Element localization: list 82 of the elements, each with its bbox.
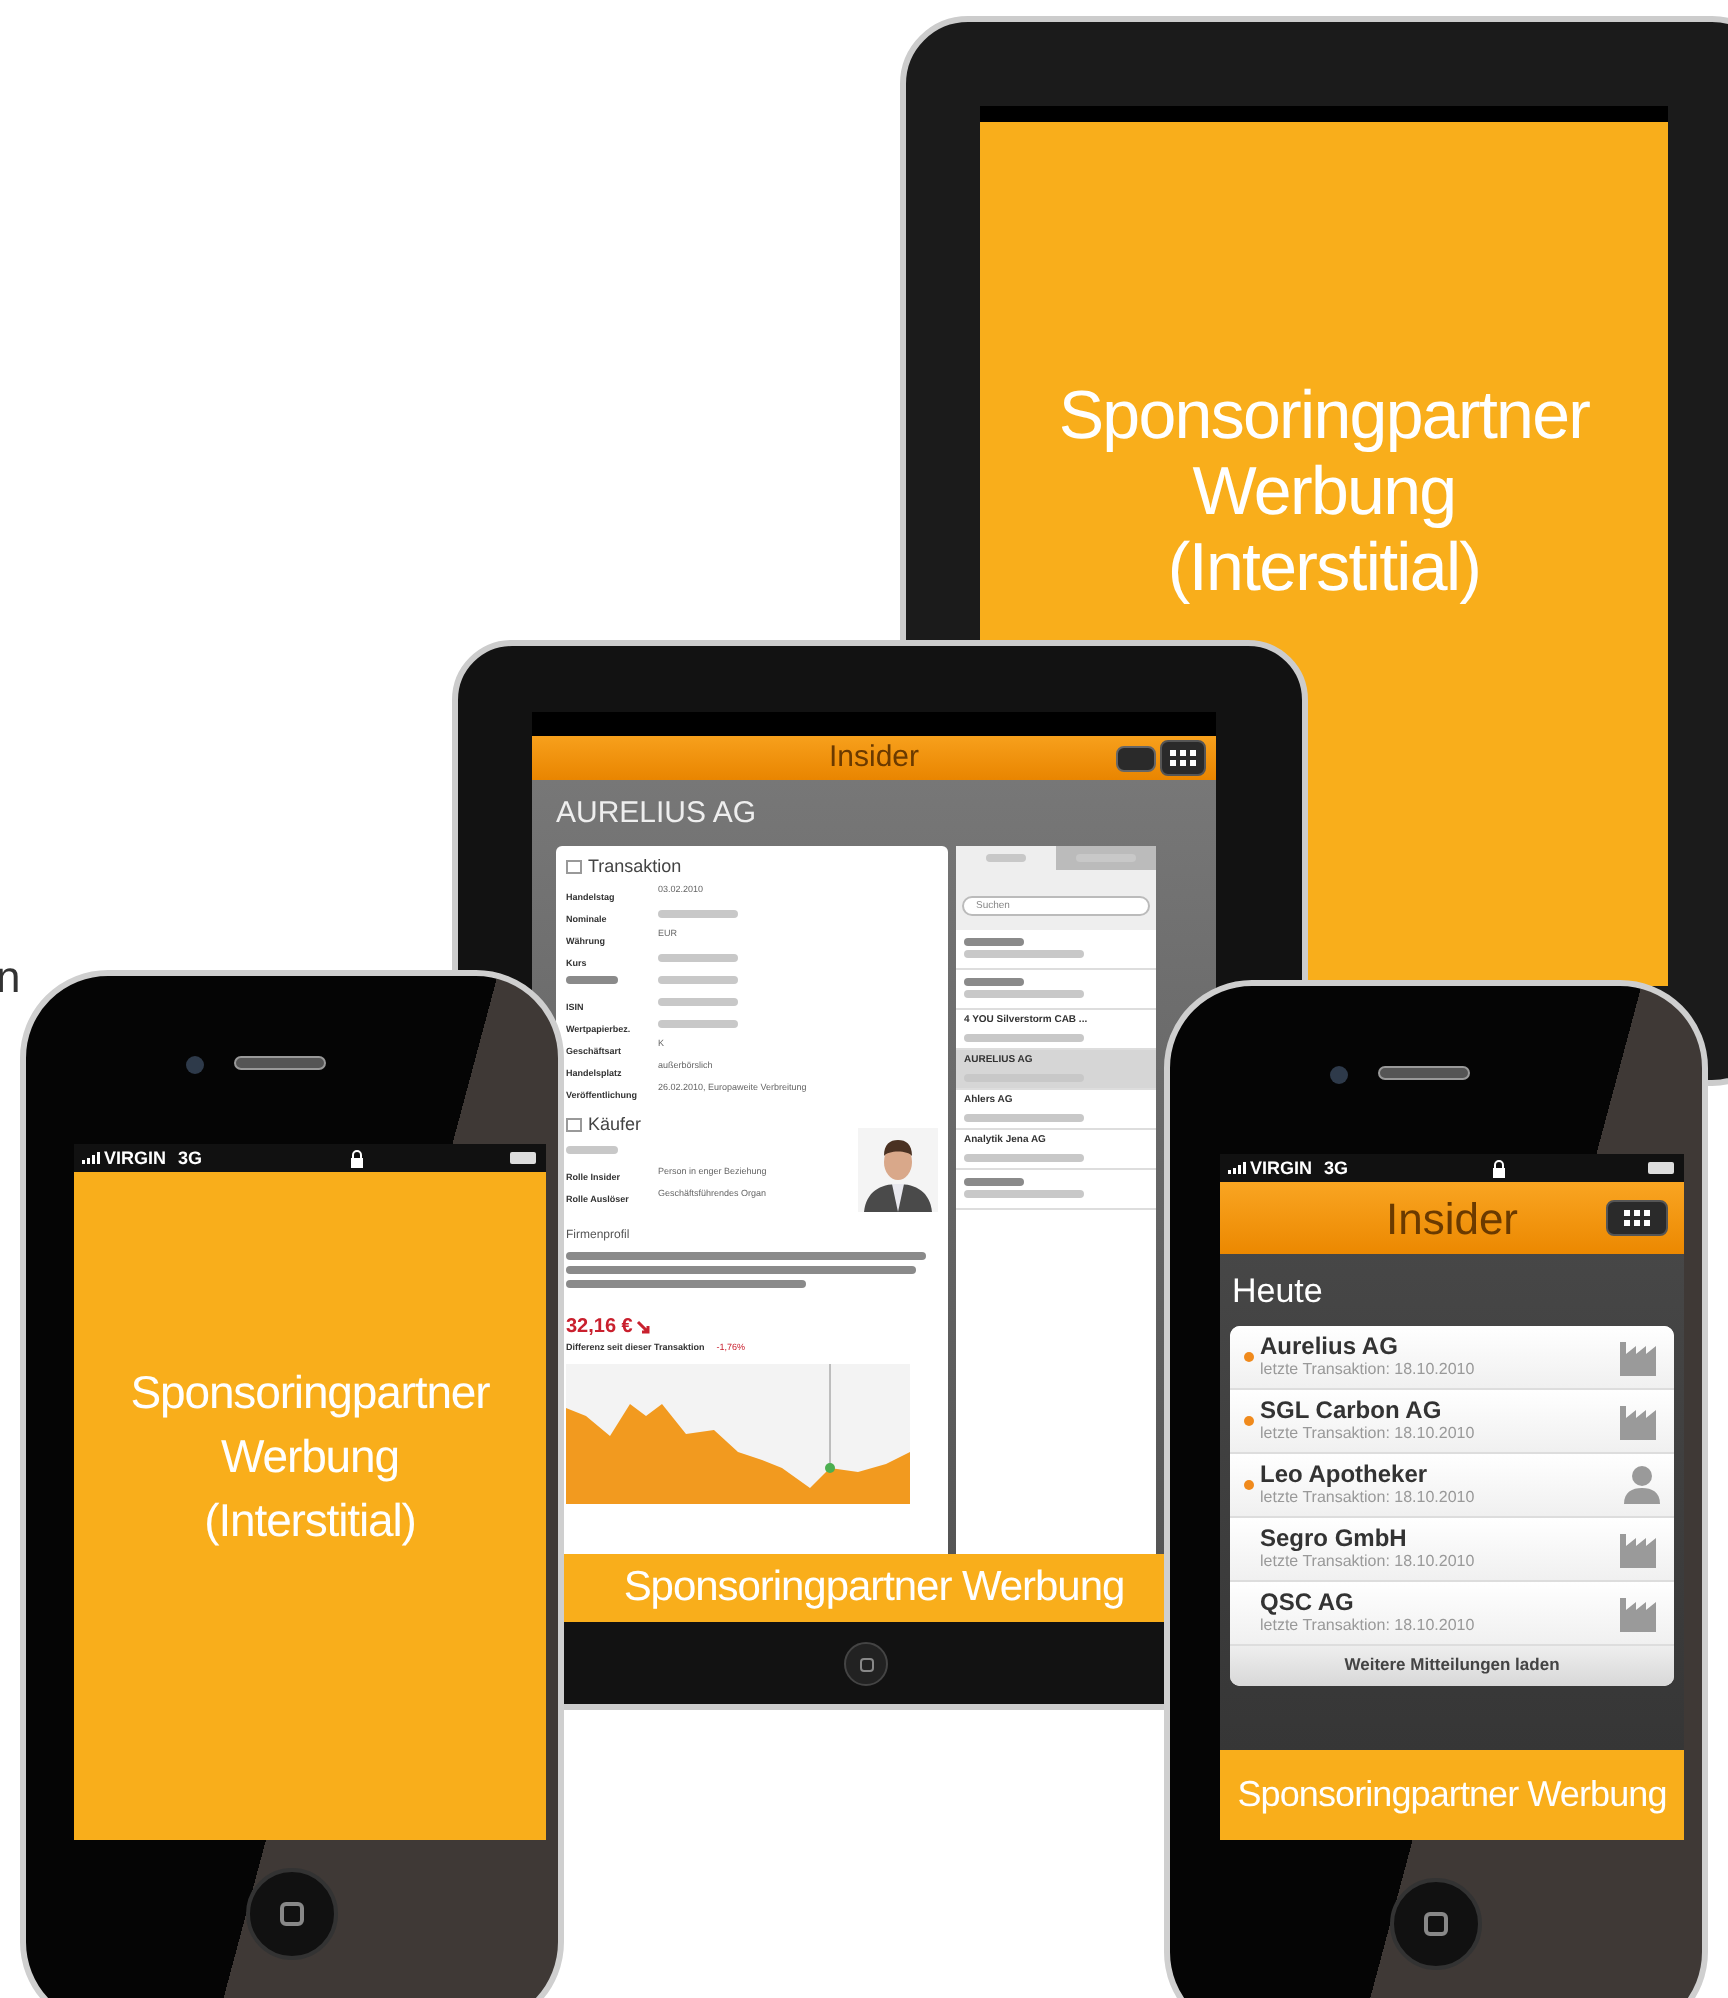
network-type: 3G [178, 1149, 203, 1167]
segment-tab[interactable] [956, 845, 1056, 869]
item-subtitle: letzte Transaktion: 18.10.2010 [1260, 1488, 1475, 1508]
item-subtitle: letzte Transaktion: 18.10.2010 [1260, 1424, 1475, 1444]
item-name: QSC AG [1260, 1588, 1354, 1616]
blurred-text [964, 938, 1024, 946]
list-item[interactable]: SGL Carbon AG letzte Transaktion: 18.10.2010 [1230, 1389, 1674, 1453]
item-name: SGL Carbon AG [1260, 1396, 1442, 1424]
ad-text: (Interstitial) [204, 1492, 416, 1550]
blurred-text [964, 1113, 1084, 1122]
ad-text: Werbung [221, 1428, 399, 1486]
list-item[interactable]: Leo Apotheker letzte Transaktion: 18.10.2010 [1230, 1453, 1674, 1517]
front-camera [1330, 1066, 1348, 1084]
list-item[interactable] [956, 1169, 1156, 1209]
lock-icon [1491, 1159, 1506, 1177]
square-icon [1424, 1912, 1448, 1936]
battery-icon [1648, 1162, 1676, 1174]
item-name: Aurelius AG [1260, 1332, 1398, 1360]
section-heading: Transaktion [588, 853, 682, 879]
blurred-text [964, 1153, 1084, 1162]
factory-icon [1618, 1336, 1662, 1376]
load-more-button[interactable]: Weitere Mitteilungen laden [1230, 1645, 1674, 1685]
item-subtitle: letzte Transaktion: 18.10.2010 [1260, 1552, 1475, 1572]
front-camera [186, 1056, 204, 1074]
lock-icon [349, 1149, 364, 1167]
signal-icon [1228, 1162, 1246, 1174]
menu-button[interactable] [1606, 1200, 1668, 1236]
blurred-text [964, 990, 1084, 998]
item-subtitle: letzte Transaktion: 18.10.2010 [1260, 1360, 1475, 1380]
blurred-text [964, 978, 1024, 986]
factory-icon [1618, 1528, 1662, 1568]
item-name: Leo Apotheker [1260, 1460, 1428, 1488]
blurred-text [964, 950, 1084, 958]
home-button[interactable] [246, 1868, 338, 1960]
blurred-text [658, 953, 738, 961]
banner-text: Sponsoringpartner Werbung [623, 1562, 1125, 1615]
company-title: AURELIUS AG [556, 794, 757, 834]
blurred-text [658, 1019, 738, 1027]
blurred-text [566, 975, 618, 983]
factory-icon [1618, 1592, 1662, 1632]
section-title: Heute [1232, 1270, 1323, 1314]
square-icon [280, 1902, 304, 1926]
list-item[interactable] [956, 929, 1156, 969]
document-icon [566, 1118, 582, 1133]
blurred-text [964, 1178, 1024, 1186]
list-item[interactable] [956, 969, 1156, 1009]
ad-text: (Interstitial) [1167, 530, 1481, 606]
earpiece [234, 1056, 326, 1070]
menu-button[interactable] [1160, 740, 1206, 776]
battery-icon [510, 1152, 538, 1164]
blurred-text [658, 909, 738, 917]
item-name: Segro GmbH [1260, 1524, 1407, 1552]
price: 32,16 € [566, 1314, 633, 1342]
app-title: Insider [1385, 1191, 1519, 1247]
app-title: Insider [828, 737, 920, 778]
carrier-name: VIRGIN [104, 1149, 167, 1167]
document-icon [566, 859, 582, 874]
person-icon [1622, 1464, 1662, 1504]
trend-down-icon [636, 1319, 653, 1335]
banner-text: Sponsoringpartner Werbung [1237, 1772, 1667, 1818]
section-heading: Käufer [588, 1112, 642, 1138]
signal-icon [82, 1152, 100, 1164]
blurred-text [964, 1190, 1084, 1198]
item-subtitle: letzte Transaktion: 18.10.2010 [1260, 1616, 1475, 1636]
share-button[interactable] [1116, 745, 1156, 771]
network-type: 3G [1324, 1159, 1349, 1177]
factory-icon [1618, 1400, 1662, 1440]
ad-text: Werbung [1192, 454, 1456, 530]
earpiece [1378, 1066, 1470, 1080]
list-item[interactable]: QSC AG letzte Transaktion: 18.10.2010 [1230, 1581, 1674, 1645]
blurred-text [986, 853, 1026, 861]
ad-text: Sponsoringpartner [130, 1364, 490, 1422]
blurred-text [658, 975, 738, 983]
list-item[interactable]: Segro GmbH letzte Transaktion: 18.10.2010 [1230, 1517, 1674, 1581]
blurred-text [964, 1033, 1084, 1042]
blurred-text [658, 997, 738, 1005]
home-button[interactable] [844, 1642, 888, 1686]
segment-tab[interactable] [1056, 845, 1156, 869]
ad-text: Sponsoringpartner [1058, 378, 1590, 454]
carrier-name: VIRGIN [1250, 1159, 1313, 1177]
home-button[interactable] [1390, 1878, 1482, 1970]
list-item[interactable]: Aurelius AG letzte Transaktion: 18.10.2010 [1230, 1325, 1674, 1389]
